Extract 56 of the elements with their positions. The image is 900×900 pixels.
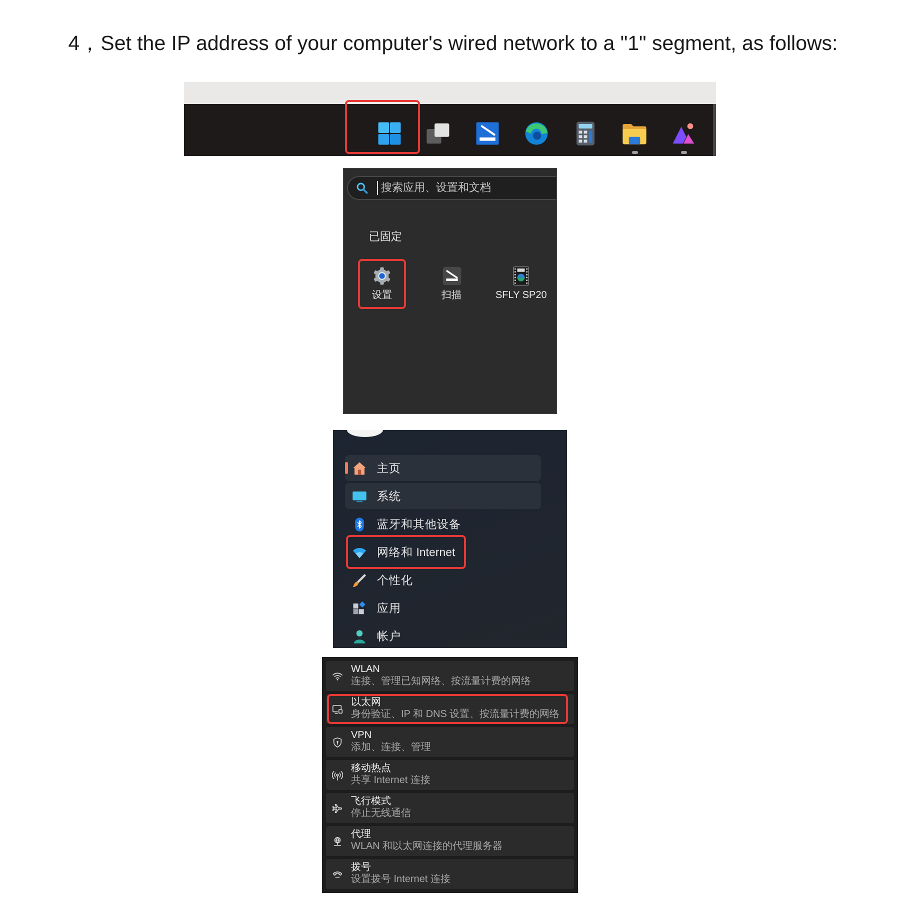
bluetooth-icon xyxy=(352,516,367,532)
row-subtitle: 设置拨号 Internet 连接 xyxy=(351,874,450,886)
sidebar-item[interactable]: 主页 xyxy=(345,455,541,481)
settings-row[interactable]: WLAN 连接、管理已知网络、按流量计费的网络 xyxy=(326,661,574,691)
row-subtitle: 停止无线通信 xyxy=(351,808,411,820)
row-title: 飞行模式 xyxy=(351,796,392,808)
sidebar-item[interactable]: 帐户 xyxy=(345,623,541,648)
wifi-icon xyxy=(332,670,343,682)
sidebar-item[interactable]: 应用 xyxy=(345,595,541,621)
row-subtitle: 添加、连接、管理 xyxy=(351,742,431,754)
monitor-devices-icon xyxy=(332,704,343,714)
row-title: VPN xyxy=(351,730,373,742)
shield-icon xyxy=(332,736,343,748)
radio-waves-icon xyxy=(332,770,343,780)
search-icon xyxy=(356,182,368,194)
settings-row[interactable]: 飞行模式 停止无线通信 xyxy=(326,793,574,823)
brush-icon xyxy=(352,572,367,588)
settings-row[interactable]: 以太网 身份验证、IP 和 DNS 设置、按流量计费的网络 xyxy=(326,694,574,724)
row-title: 以太网 xyxy=(351,697,382,709)
settings-row[interactable]: 移动热点 共享 Internet 连接 xyxy=(326,760,574,790)
row-subtitle: 身份验证、IP 和 DNS 设置、按流量计费的网络 xyxy=(351,709,560,721)
row-title: 移动热点 xyxy=(351,763,392,774)
start-icon xyxy=(376,120,403,147)
house-icon xyxy=(352,460,367,476)
apps-grid-icon xyxy=(352,600,367,616)
scanner-icon xyxy=(474,120,501,147)
section-heading: 已固定 xyxy=(369,231,403,244)
selection-indicator xyxy=(345,462,348,474)
scanner-icon xyxy=(442,266,462,286)
globe-stand-icon xyxy=(332,836,343,846)
instruction-text: 4，Set the IP address of your computer's wired network to a "1" segment, as follows: xyxy=(68,32,838,56)
airplane-icon xyxy=(332,802,343,814)
row-title: 拨号 xyxy=(351,862,372,874)
sidebar-item[interactable]: 网络和 Internet xyxy=(345,539,541,565)
monitor-icon xyxy=(352,488,367,504)
text-cursor-icon xyxy=(377,181,378,195)
app-shortcut[interactable]: 扫描 xyxy=(416,257,486,309)
sidebar-item[interactable]: 系统 xyxy=(345,483,541,509)
sidebar-item[interactable]: 个性化 xyxy=(345,567,541,593)
row-title: WLAN xyxy=(351,664,381,676)
person-icon xyxy=(352,628,367,644)
app-shortcut[interactable]: 设置 xyxy=(347,257,417,309)
settings-row[interactable]: VPN 添加、连接、管理 xyxy=(326,727,574,757)
gear-icon xyxy=(372,266,392,286)
row-subtitle: 共享 Internet 连接 xyxy=(351,775,430,787)
app-shortcut[interactable]: SFLY SP20 xyxy=(486,257,556,309)
phone-receiver-icon xyxy=(332,868,343,880)
row-subtitle: 连接、管理已知网络、按流量计费的网络 xyxy=(351,676,531,688)
row-title: 代理 xyxy=(351,829,372,841)
ring-icon xyxy=(523,120,550,147)
search-field[interactable]: 搜索应用、设置和文档 xyxy=(347,176,556,200)
row-subtitle: WLAN 和以太网连接的代理服务器 xyxy=(351,841,503,853)
film-strip-icon xyxy=(511,266,532,286)
settings-row[interactable]: 拨号 设置拨号 Internet 连接 xyxy=(326,859,574,889)
settings-row[interactable]: 代理 WLAN 和以太网连接的代理服务器 xyxy=(326,826,574,856)
sidebar-item[interactable]: 蓝牙和其他设备 xyxy=(345,511,541,537)
